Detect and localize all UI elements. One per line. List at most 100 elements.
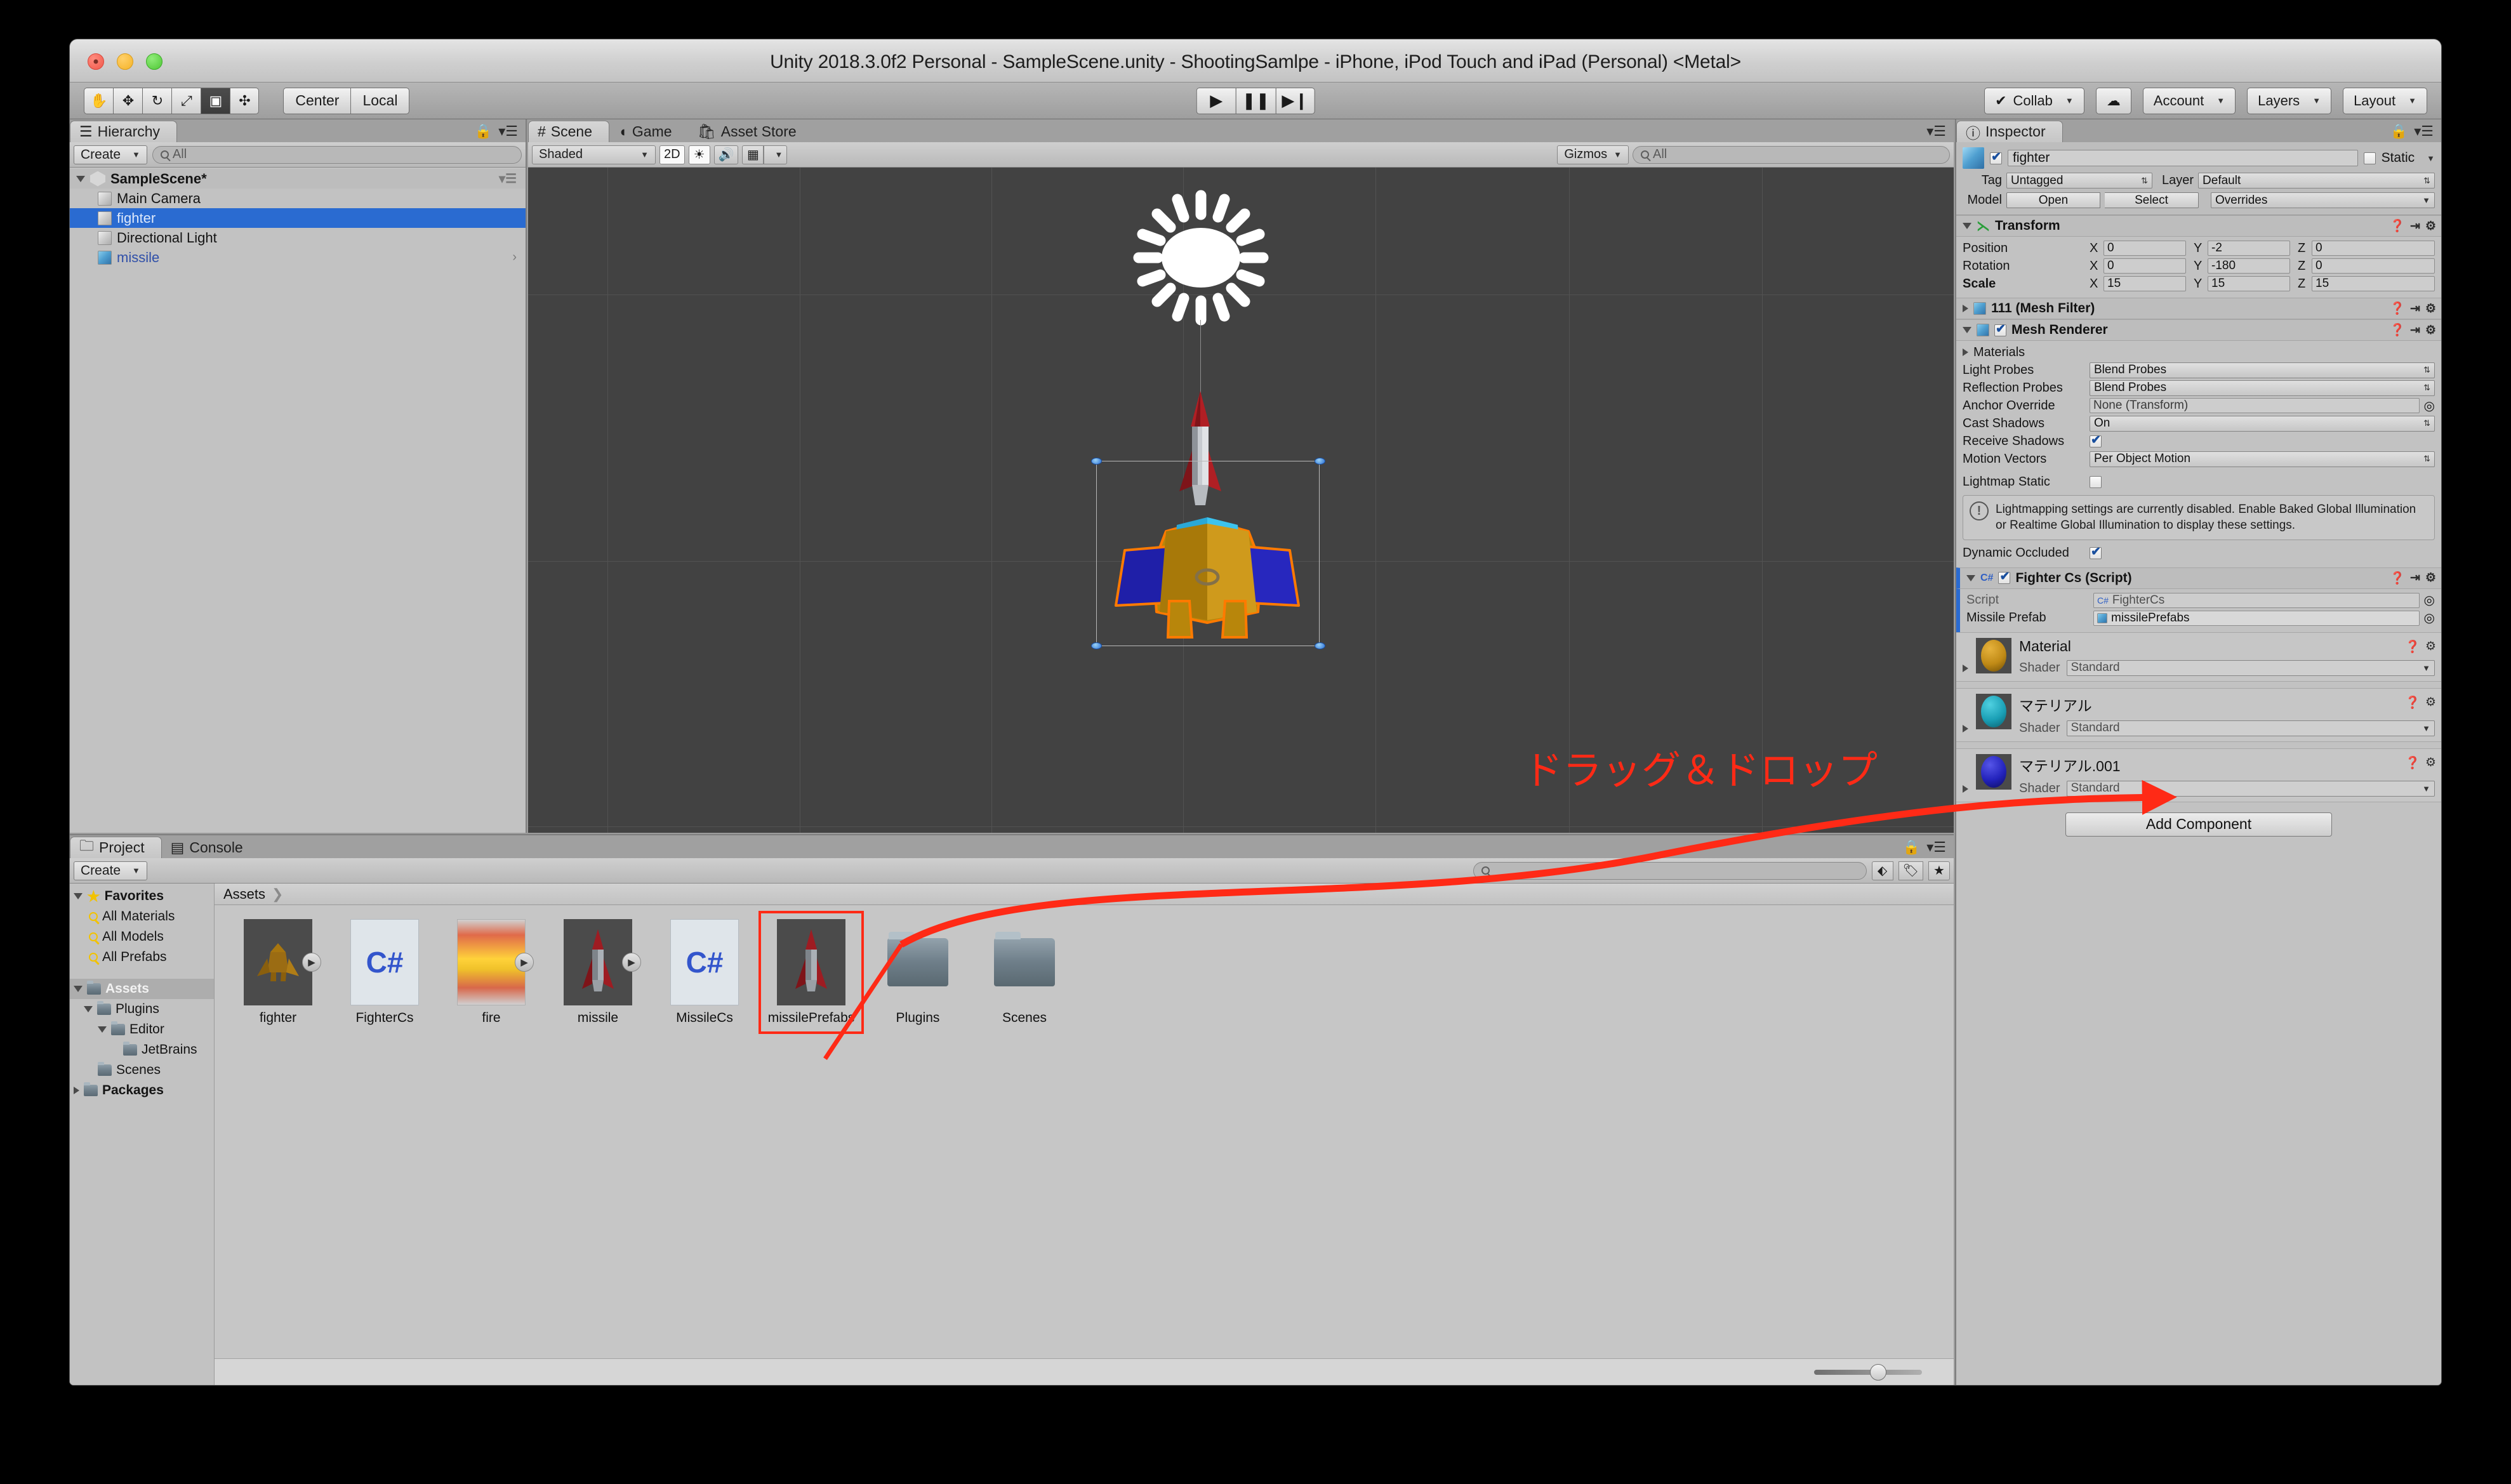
chevron-down-icon[interactable]	[74, 986, 83, 992]
options-menu-icon[interactable]: ▾☰	[498, 123, 518, 140]
gear-icon[interactable]: ⚙	[2425, 639, 2436, 654]
material-header-actions[interactable]: ❓ ⚙	[2405, 695, 2436, 710]
project-tree-assets[interactable]: Assets	[70, 979, 214, 999]
lock-icon[interactable]: 🔒	[2390, 123, 2408, 140]
preset-icon[interactable]: ⇥	[2410, 219, 2420, 234]
selection-handle[interactable]	[1091, 458, 1102, 465]
reflection-probes-dropdown[interactable]: Blend Probes ⇅	[2090, 380, 2435, 396]
breadcrumb[interactable]: Assets ❯	[215, 884, 1954, 905]
missile-prefab-objectfield[interactable]: missilePrefabs	[2093, 610, 2420, 626]
chevron-right-icon[interactable]: ›	[512, 250, 517, 265]
chevron-right-icon[interactable]	[1963, 348, 1968, 356]
gear-icon[interactable]: ⚙	[2425, 571, 2436, 585]
chevron-down-icon[interactable]	[84, 1006, 93, 1012]
project-tree-all-materials[interactable]: All Materials	[70, 906, 214, 927]
chevron-right-icon[interactable]	[74, 1087, 79, 1094]
materials-foldout-row[interactable]: Materials	[1963, 343, 2435, 361]
scale-y-input[interactable]: 15	[2208, 276, 2290, 291]
layout-button[interactable]: Layout ▼	[2343, 87, 2427, 114]
asset-item-missilecs[interactable]: C# MissileCs	[660, 919, 749, 1026]
component-header-fighter-cs[interactable]: C# Fighter Cs (Script) ❓ ⇥ ⚙	[1956, 567, 2441, 589]
scale-tool-button[interactable]: ⤢	[171, 87, 201, 114]
transform-tool-button[interactable]: ✣	[230, 87, 260, 114]
scale-x-input[interactable]: 15	[2104, 276, 2186, 291]
cloud-button[interactable]: ☁	[2095, 87, 2131, 114]
chevron-down-icon[interactable]	[1963, 223, 1971, 229]
zoom-slider-knob[interactable]	[1870, 1363, 1886, 1381]
asset-item-plugins[interactable]: Plugins	[873, 919, 962, 1026]
step-button[interactable]: ▶❙	[1275, 87, 1315, 114]
asset-item-fightercs[interactable]: C# FighterCs	[340, 919, 429, 1026]
pause-button[interactable]: ❚❚	[1235, 87, 1276, 114]
add-component-button[interactable]: Add Component	[2065, 812, 2332, 837]
object-picker-icon[interactable]: ◎	[2424, 592, 2435, 608]
motion-vectors-dropdown[interactable]: Per Object Motion ⇅	[2090, 451, 2435, 467]
lock-icon[interactable]: 🔒	[475, 123, 492, 140]
project-tree-all-models[interactable]: All Models	[70, 927, 214, 947]
material-header-actions[interactable]: ❓ ⚙	[2405, 755, 2436, 771]
script-objectfield[interactable]: C# FighterCs	[2093, 592, 2420, 608]
layers-button[interactable]: Layers ▼	[2247, 87, 2332, 114]
asset-expand-button[interactable]: ▶	[622, 953, 641, 972]
component-header-mesh-renderer[interactable]: Mesh Renderer ❓ ⇥ ⚙	[1956, 319, 2441, 341]
scene-canvas[interactable]	[528, 168, 1954, 833]
hierarchy-item-missile[interactable]: missile ›	[70, 248, 526, 267]
asset-expand-button[interactable]: ▶	[515, 953, 534, 972]
filter-by-label-button[interactable]: 🏷	[1898, 861, 1923, 880]
gear-icon[interactable]: ⚙	[2425, 219, 2436, 234]
transform-tools-group[interactable]: ✋ ✥ ↻ ⤢ ▣ ✣	[84, 87, 260, 114]
preset-icon[interactable]: ⇥	[2410, 571, 2420, 585]
help-icon[interactable]: ❓	[2390, 322, 2405, 338]
account-button[interactable]: Account ▼	[2142, 87, 2236, 114]
tab-hierarchy[interactable]: ☰ Hierarchy	[70, 121, 178, 142]
component-header-actions[interactable]: ❓ ⇥ ⚙	[2390, 322, 2436, 338]
fx-dropdown-button[interactable]: ▼	[764, 145, 788, 164]
project-tree-scenes[interactable]: Scenes	[70, 1060, 214, 1080]
layer-dropdown[interactable]: Default ⇅	[2198, 173, 2435, 189]
shader-dropdown[interactable]: Standard ▼	[2066, 780, 2435, 797]
gear-icon[interactable]: ⚙	[2425, 695, 2436, 710]
tag-dropdown[interactable]: Untagged ⇅	[2006, 173, 2152, 189]
asset-grid-area[interactable]: ▶ fighter C# FighterCs ▶ fire ▶ missile …	[215, 905, 1954, 1358]
project-tree-jetbrains[interactable]: JetBrains	[70, 1040, 214, 1060]
project-tree-all-prefabs[interactable]: All Prefabs	[70, 947, 214, 967]
chevron-down-icon[interactable]	[98, 1026, 107, 1033]
help-icon[interactable]: ❓	[2390, 301, 2405, 316]
save-search-button[interactable]: ★	[1928, 861, 1950, 880]
chevron-right-icon[interactable]	[1963, 305, 1968, 312]
options-menu-icon[interactable]: ▾☰	[2414, 123, 2434, 140]
hierarchy-scene-root[interactable]: SampleScene* ▾☰	[70, 169, 526, 189]
lock-icon[interactable]: 🔒	[1903, 839, 1920, 856]
rotation-y-input[interactable]: -180	[2208, 258, 2290, 274]
shader-dropdown[interactable]: Standard ▼	[2066, 659, 2435, 676]
pivot-rotation-button[interactable]: Local	[350, 87, 410, 114]
scene-tab-actions[interactable]: ▾☰	[1926, 123, 1946, 140]
component-header-actions[interactable]: ❓ ⇥ ⚙	[2390, 218, 2436, 234]
selection-handle[interactable]	[1315, 458, 1325, 465]
tab-asset-store[interactable]: 🛍 Asset Store	[689, 121, 813, 142]
inspector-tab-actions[interactable]: 🔒 ▾☰	[2390, 123, 2434, 140]
object-enabled-checkbox[interactable]	[1990, 150, 2002, 164]
component-header-actions[interactable]: ❓ ⇥ ⚙	[2390, 571, 2436, 586]
mesh-renderer-enabled-checkbox[interactable]	[1994, 322, 2006, 336]
gear-icon[interactable]: ⚙	[2425, 301, 2436, 316]
object-picker-icon[interactable]: ◎	[2424, 398, 2435, 414]
hierarchy-item-directional-light[interactable]: Directional Light	[70, 228, 526, 248]
chevron-down-icon[interactable]	[74, 893, 83, 899]
asset-expand-button[interactable]: ▶	[302, 953, 321, 972]
play-button[interactable]: ▶	[1196, 87, 1236, 114]
shader-dropdown[interactable]: Standard ▼	[2066, 720, 2435, 736]
help-icon[interactable]: ❓	[2390, 571, 2405, 586]
project-search-input[interactable]	[1473, 861, 1867, 880]
hierarchy-item-fighter[interactable]: fighter	[70, 208, 526, 228]
rotation-z-input[interactable]: 0	[2312, 258, 2435, 274]
tab-project[interactable]: 🗀 Project	[70, 837, 162, 858]
preset-icon[interactable]: ⇥	[2410, 323, 2420, 338]
position-z-input[interactable]: 0	[2312, 241, 2435, 256]
asset-item-fighter[interactable]: ▶ fighter	[234, 919, 322, 1026]
receive-shadows-checkbox[interactable]	[2090, 433, 2102, 447]
chevron-down-icon[interactable]	[1963, 327, 1971, 333]
selection-handle[interactable]	[1091, 642, 1102, 649]
overrides-dropdown[interactable]: Overrides ▼	[2211, 192, 2435, 208]
filter-by-type-button[interactable]: ⬖	[1871, 861, 1893, 880]
